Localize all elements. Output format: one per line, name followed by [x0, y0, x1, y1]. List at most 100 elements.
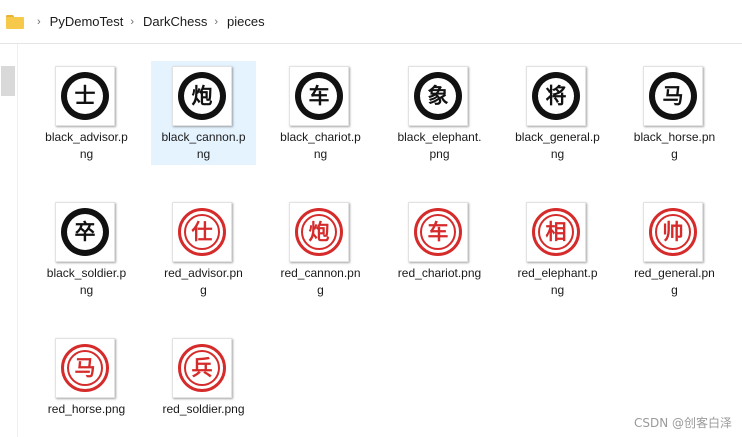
- file-name-line: g: [317, 283, 324, 297]
- piece-glyph: 炮: [301, 214, 337, 250]
- file-thumbnail: 马: [643, 66, 703, 126]
- chess-piece-icon: 卒: [61, 208, 109, 256]
- file-item[interactable]: 将 black_general.png: [505, 61, 610, 165]
- file-name-line: ng: [550, 283, 565, 297]
- file-name-line: g: [671, 147, 678, 161]
- file-name-line: red_soldier.png: [162, 402, 245, 416]
- piece-glyph: 车: [301, 78, 337, 114]
- file-item[interactable]: 马 black_horse.png: [622, 61, 727, 165]
- piece-glyph: 将: [538, 78, 574, 114]
- file-item[interactable]: 相 red_elephant.png: [505, 197, 610, 301]
- file-name: red_soldier.png: [151, 401, 256, 418]
- file-name-line: black_advisor.p: [45, 130, 128, 144]
- folder-icon: [6, 14, 24, 29]
- file-name-line: g: [671, 283, 678, 297]
- file-thumbnail: 将: [526, 66, 586, 126]
- chess-piece-icon: 将: [532, 72, 580, 120]
- file-thumbnail: 车: [408, 202, 468, 262]
- file-name-line: red_chariot.png: [397, 266, 482, 280]
- file-name: black_horse.png: [622, 129, 727, 163]
- file-name-line: ng: [79, 283, 94, 297]
- file-name: red_elephant.png: [505, 265, 610, 299]
- piece-glyph: 士: [67, 78, 103, 114]
- file-name-line: red_advisor.pn: [164, 266, 243, 280]
- scrollbar-thumb[interactable]: [1, 66, 15, 96]
- file-item[interactable]: 炮 red_cannon.png: [268, 197, 373, 301]
- file-thumbnail: 马: [55, 338, 115, 398]
- file-name: black_soldier.png: [34, 265, 139, 299]
- file-thumbnail: 车: [289, 66, 349, 126]
- file-name-line: ng: [550, 147, 565, 161]
- file-name-line: black_horse.pn: [633, 130, 716, 144]
- file-thumbnail: 士: [55, 66, 115, 126]
- file-name: black_general.png: [505, 129, 610, 163]
- file-name: red_horse.png: [34, 401, 139, 418]
- file-item[interactable]: 士 black_advisor.png: [34, 61, 139, 165]
- file-thumbnail: 卒: [55, 202, 115, 262]
- file-name-line: png: [429, 147, 450, 161]
- chevron-right-icon[interactable]: ›: [130, 16, 134, 28]
- file-name-line: black_soldier.p: [46, 266, 127, 280]
- piece-glyph: 马: [655, 78, 691, 114]
- file-thumbnail: 帅: [643, 202, 703, 262]
- file-item[interactable]: 车 red_chariot.png: [387, 197, 492, 301]
- file-thumbnail: 象: [408, 66, 468, 126]
- chess-piece-icon: 马: [649, 72, 697, 120]
- file-name-line: black_elephant.: [397, 130, 482, 144]
- file-thumbnail: 兵: [172, 338, 232, 398]
- file-name-line: black_cannon.p: [161, 130, 246, 144]
- chess-piece-icon: 仕: [178, 208, 226, 256]
- piece-glyph: 炮: [184, 78, 220, 114]
- piece-glyph: 车: [420, 214, 456, 250]
- file-item[interactable]: 象 black_elephant.png: [387, 61, 492, 165]
- file-name-line: ng: [196, 147, 211, 161]
- watermark: CSDN @创客白泽: [633, 416, 732, 430]
- file-name: black_cannon.png: [151, 129, 256, 163]
- file-thumbnail: 炮: [289, 202, 349, 262]
- breadcrumb-item-pydemotest[interactable]: PyDemoTest: [50, 14, 124, 29]
- file-thumbnail: 仕: [172, 202, 232, 262]
- breadcrumb-item-darkchess[interactable]: DarkChess: [143, 14, 207, 29]
- piece-glyph: 兵: [184, 350, 220, 386]
- chess-piece-icon: 帅: [649, 208, 697, 256]
- file-name-line: ng: [313, 147, 328, 161]
- file-item[interactable]: 兵 red_soldier.png: [151, 333, 256, 437]
- file-item[interactable]: 帅 red_general.png: [622, 197, 727, 301]
- file-name: red_advisor.png: [151, 265, 256, 299]
- file-item[interactable]: 马 red_horse.png: [34, 333, 139, 437]
- file-name: black_elephant.png: [387, 129, 492, 163]
- file-name: black_chariot.p ng: [268, 129, 373, 163]
- chess-piece-icon: 炮: [295, 208, 343, 256]
- file-explorer-window: › PyDemoTest › DarkChess › pieces 士 black…: [0, 0, 742, 437]
- chess-piece-icon: 象: [414, 72, 462, 120]
- pane-divider[interactable]: [17, 44, 18, 437]
- file-name-line: red_cannon.pn: [280, 266, 361, 280]
- chevron-right-icon[interactable]: ›: [214, 16, 218, 28]
- file-item[interactable]: 仕 red_advisor.png: [151, 197, 256, 301]
- file-name-line: red_general.pn: [634, 266, 715, 280]
- chess-piece-icon: 炮: [178, 72, 226, 120]
- chess-piece-icon: 相: [532, 208, 580, 256]
- piece-glyph: 仕: [184, 214, 220, 250]
- chevron-right-icon[interactable]: ›: [37, 16, 41, 28]
- file-item[interactable]: 卒 black_soldier.png: [34, 197, 139, 301]
- file-item[interactable]: 炮 black_cannon.png: [151, 61, 256, 165]
- file-thumbnail: 炮: [172, 66, 232, 126]
- file-item[interactable]: 车 black_chariot.p ng: [268, 61, 373, 165]
- file-name-line: ng: [79, 147, 94, 161]
- file-name: red_chariot.png: [387, 265, 492, 282]
- chess-piece-icon: 车: [414, 208, 462, 256]
- piece-glyph: 帅: [655, 214, 691, 250]
- navigation-pane: [0, 44, 17, 437]
- file-name: red_cannon.png: [268, 265, 373, 299]
- breadcrumb-item-pieces[interactable]: pieces: [227, 14, 265, 29]
- file-name-line: red_elephant.p: [517, 266, 598, 280]
- file-name: black_advisor.png: [34, 129, 139, 163]
- chess-piece-icon: 兵: [178, 344, 226, 392]
- file-thumbnail: 相: [526, 202, 586, 262]
- file-name-line: g: [200, 283, 207, 297]
- address-bar[interactable]: › PyDemoTest › DarkChess › pieces: [0, 0, 742, 44]
- piece-glyph: 象: [420, 78, 456, 114]
- file-name-line: black_general.p: [515, 130, 600, 144]
- piece-glyph: 相: [538, 214, 574, 250]
